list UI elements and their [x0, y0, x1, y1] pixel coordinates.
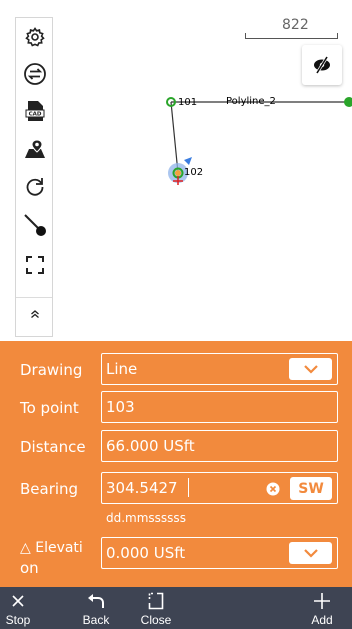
collapse-toolbar-button[interactable] — [20, 302, 50, 326]
polyline-end-marker — [344, 97, 352, 107]
gear-icon — [25, 27, 45, 47]
map-layer-button[interactable] — [20, 134, 50, 164]
drawing-select[interactable]: Line — [101, 353, 338, 385]
refresh-button[interactable] — [20, 172, 50, 202]
back-label: Back — [82, 613, 110, 627]
visibility-toggle-button[interactable] — [302, 45, 342, 85]
bearing-label: Bearing — [20, 480, 79, 498]
cad-icon: CAD — [25, 101, 45, 121]
bearing-field[interactable]: 304.5427 SW — [101, 472, 338, 504]
toolbar-divider — [16, 297, 52, 298]
distance-field[interactable]: 66.000 USft — [101, 430, 338, 462]
point-label-102: 102 — [184, 167, 204, 178]
scale-bar — [245, 33, 338, 39]
refresh-icon — [26, 178, 44, 196]
fullscreen-button[interactable] — [20, 250, 50, 280]
clear-icon[interactable] — [265, 481, 281, 497]
swap-button[interactable] — [20, 59, 50, 89]
line-to-point-button[interactable] — [20, 210, 50, 240]
close-x-icon — [12, 595, 24, 607]
scale-label: 822 — [282, 17, 309, 33]
chevron-down-icon — [303, 549, 318, 558]
elevation-dropdown-button[interactable] — [289, 542, 332, 564]
to-point-field[interactable]: 103 — [101, 391, 338, 423]
stop-label: Stop — [5, 613, 31, 627]
map-pin-icon — [25, 139, 45, 158]
drawing-value: Line — [106, 360, 138, 378]
bearing-format-hint: dd.mmssssss — [106, 511, 186, 525]
eye-off-icon — [314, 56, 330, 74]
gps-heading-arrow — [184, 157, 192, 165]
back-button[interactable]: Back — [78, 587, 114, 629]
swap-icon — [24, 63, 46, 85]
drawing-label: Drawing — [20, 361, 83, 379]
to-point-value: 103 — [106, 398, 135, 416]
to-point-label: To point — [20, 399, 79, 417]
plus-icon — [314, 593, 330, 609]
distance-label: Distance — [20, 438, 86, 456]
close-label: Close — [140, 613, 172, 627]
bearing-value: 304.5427 — [106, 479, 178, 497]
elevation-label-line1: △ Elevati — [20, 540, 83, 556]
elevation-label-line2: on — [20, 559, 39, 577]
line-segment — [170, 101, 179, 174]
chevron-down-icon — [303, 365, 318, 374]
map-canvas[interactable]: 101 Polyline_2 102 822 CAD — [0, 0, 352, 341]
line-input-form: Drawing Line To point 103 Distance 66.00… — [0, 341, 352, 587]
map-toolbar: CAD — [15, 17, 53, 337]
undo-arrow-icon — [88, 594, 104, 608]
point-label-101: 101 — [178, 97, 198, 108]
polyline-label: Polyline_2 — [226, 96, 276, 107]
collapse-icon — [31, 310, 39, 318]
fullscreen-icon — [26, 256, 44, 274]
distance-value: 66.000 USft — [106, 437, 195, 455]
settings-button[interactable] — [20, 22, 50, 52]
bearing-quadrant-button[interactable]: SW — [290, 477, 332, 500]
svg-text:CAD: CAD — [29, 112, 42, 118]
add-label: Add — [311, 613, 333, 627]
elevation-value: 0.000 USft — [106, 544, 186, 562]
text-caret — [188, 478, 189, 497]
add-button[interactable]: Add — [304, 587, 340, 629]
close-polygon-icon — [148, 592, 164, 610]
bottom-action-bar: Stop Back Close Add — [0, 587, 352, 629]
elevation-field[interactable]: 0.000 USft — [101, 537, 338, 569]
stop-button[interactable]: Stop — [0, 587, 36, 629]
close-button[interactable]: Close — [134, 587, 178, 629]
drawing-dropdown-button[interactable] — [289, 358, 332, 380]
line-point-icon — [24, 214, 46, 236]
cad-import-button[interactable]: CAD — [20, 96, 50, 126]
